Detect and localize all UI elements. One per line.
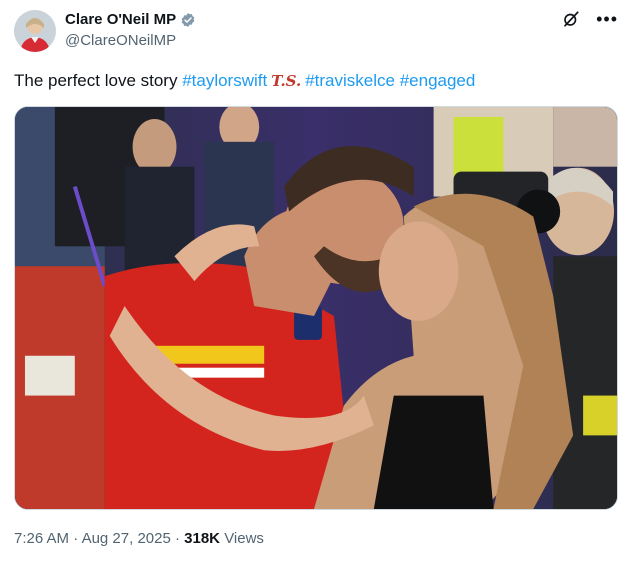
verified-badge-icon [181, 12, 195, 27]
avatar[interactable] [14, 10, 56, 52]
author-handle[interactable]: @ClareONeilMP [65, 32, 176, 49]
ts-emoji: T.S. [271, 72, 302, 90]
tweet-text: The perfect love story #taylorswift T.S. #… [14, 70, 475, 92]
tweet-text-plain: The perfect love story [14, 71, 183, 90]
hashtag-link[interactable]: #taylorswift [182, 71, 267, 90]
views-label: Views [224, 530, 264, 547]
author-name-row[interactable]: Clare O'Neil MP [65, 11, 196, 28]
tweet-meta: 7:26 AM · Aug 27, 2025 · 318K Views [14, 530, 264, 547]
tweet-date[interactable]: Aug 27, 2025 [82, 530, 171, 547]
tweet-photo[interactable] [14, 106, 618, 510]
tweet-actions-top: ••• [562, 10, 618, 28]
meta-separator: · [174, 530, 180, 547]
meta-separator: · [73, 530, 79, 547]
tweet-card: Clare O'Neil MP @ClareONeilMP ••• The pe… [0, 0, 634, 565]
hashtag-link[interactable]: #traviskelce [305, 71, 395, 90]
tweet-time[interactable]: 7:26 AM [14, 530, 69, 547]
more-icon[interactable]: ••• [596, 10, 618, 28]
grok-icon[interactable] [562, 10, 580, 28]
views-count: 318K [184, 530, 221, 547]
author-display-name[interactable]: Clare O'Neil MP [65, 11, 176, 28]
hashtag-link[interactable]: #engaged [400, 71, 476, 90]
